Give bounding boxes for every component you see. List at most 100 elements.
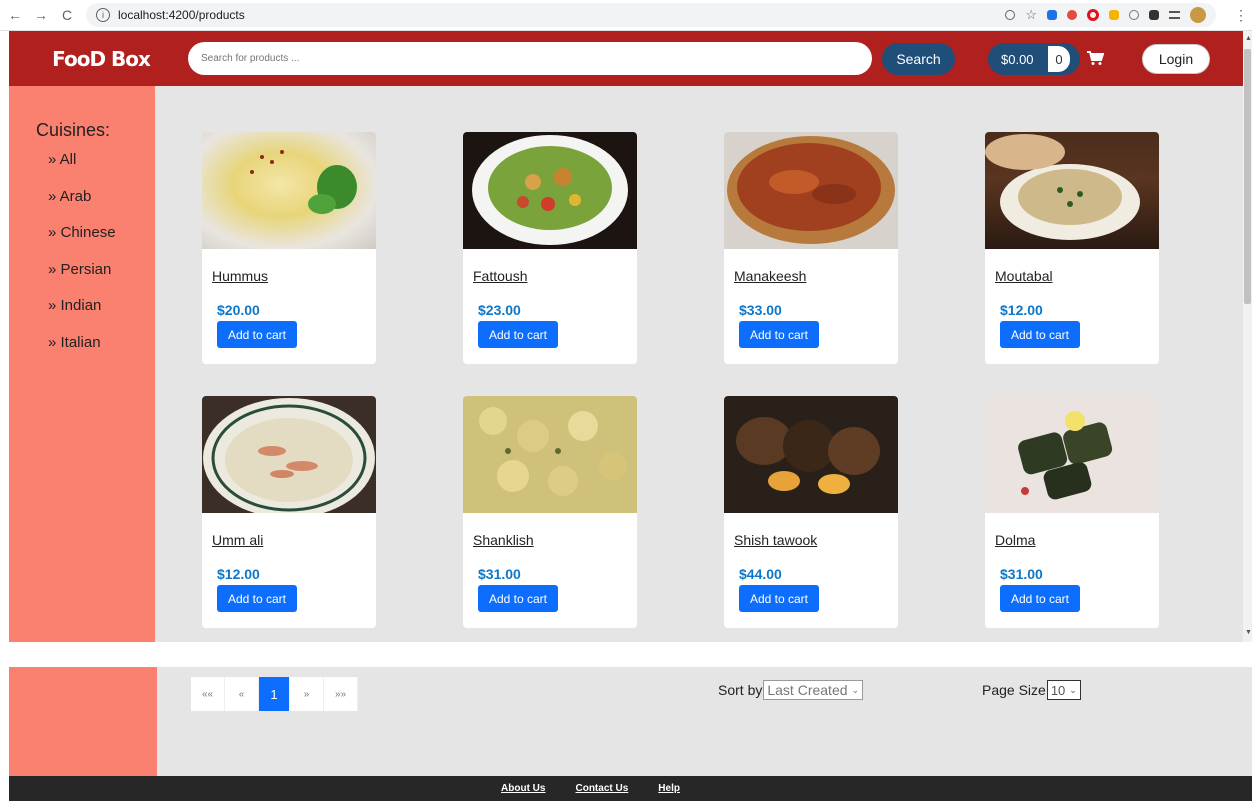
- forward-icon[interactable]: →: [34, 7, 48, 23]
- product-image[interactable]: [724, 132, 898, 249]
- product-price: $23.00: [478, 302, 521, 318]
- cuisine-sidebar: Cuisines: » All » Arab » Chinese » Persi…: [9, 86, 155, 642]
- product-price: $20.00: [217, 302, 260, 318]
- product-name[interactable]: Dolma: [995, 532, 1035, 548]
- sidebar-item-persian[interactable]: » Persian: [48, 261, 155, 298]
- sort-select[interactable]: Last Created ⌄: [763, 680, 864, 700]
- scroll-up-icon[interactable]: ▲: [1245, 35, 1252, 42]
- product-name[interactable]: Manakeesh: [734, 268, 806, 284]
- puzzle-icon[interactable]: [1149, 10, 1159, 20]
- sidebar-item-italian[interactable]: » Italian: [48, 334, 155, 371]
- logo-text: FooD Box: [52, 47, 151, 71]
- chevron-down-icon: ⌄: [1069, 684, 1077, 695]
- extension-icon-3[interactable]: [1109, 10, 1119, 20]
- footer-link-contact[interactable]: Contact Us: [575, 783, 628, 794]
- info-icon[interactable]: i: [96, 8, 110, 22]
- product-price: $31.00: [1000, 566, 1043, 582]
- browser-nav: ← → C: [0, 7, 74, 23]
- product-name[interactable]: Umm ali: [212, 532, 263, 548]
- sidebar-item-chinese[interactable]: » Chinese: [48, 224, 155, 261]
- star-icon[interactable]: ☆: [1025, 7, 1037, 23]
- extension-icon-4[interactable]: [1129, 10, 1139, 20]
- login-button[interactable]: Login: [1142, 44, 1210, 74]
- zoom-icon[interactable]: [1005, 10, 1016, 20]
- search-button[interactable]: Search: [882, 43, 955, 75]
- product-image[interactable]: [985, 396, 1159, 513]
- menu-icon[interactable]: ⋮: [1234, 7, 1248, 24]
- sidebar-title: Cuisines:: [36, 120, 111, 140]
- pagination: «« « 1 » »»: [191, 677, 358, 711]
- product-image[interactable]: [202, 132, 376, 249]
- avatar[interactable]: [1190, 7, 1206, 23]
- product-card: Fattoush $23.00 Add to cart: [463, 132, 637, 364]
- back-icon[interactable]: ←: [8, 7, 22, 23]
- sidebar-item-all[interactable]: » All: [48, 151, 155, 188]
- footer: About Us Contact Us Help: [9, 776, 1252, 801]
- sort-label: Sort by: [718, 682, 763, 698]
- product-name[interactable]: Hummus: [212, 268, 268, 284]
- product-image[interactable]: [202, 396, 376, 518]
- add-to-cart-button[interactable]: Add to cart: [739, 321, 819, 348]
- sort-control: Sort by Last Created ⌄: [718, 680, 864, 700]
- page-scrollbar[interactable]: ▲ ▼: [1243, 31, 1252, 642]
- footer-link-help[interactable]: Help: [658, 783, 680, 794]
- page-size-value: 10: [1050, 682, 1066, 698]
- cart-total: $0.00: [1001, 51, 1034, 67]
- page-button-current[interactable]: 1: [259, 677, 290, 711]
- product-image[interactable]: [724, 396, 898, 513]
- add-to-cart-button[interactable]: Add to cart: [478, 585, 558, 612]
- browser-toolbar: ← → C i localhost:4200/products ☆ ⋮: [0, 0, 1252, 31]
- product-image[interactable]: [985, 132, 1159, 249]
- product-card: Shish tawook $44.00 Add to cart: [724, 396, 898, 628]
- add-to-cart-button[interactable]: Add to cart: [1000, 585, 1080, 612]
- product-price: $12.00: [1000, 302, 1043, 318]
- cart-summary[interactable]: $0.00 0: [988, 43, 1080, 75]
- product-name[interactable]: Fattoush: [473, 268, 527, 284]
- product-card: Dolma $31.00 Add to cart: [985, 396, 1159, 628]
- product-price: $44.00: [739, 566, 782, 582]
- logo[interactable]: FooD Box: [36, 38, 166, 80]
- scroll-down-icon[interactable]: ▼: [1245, 629, 1252, 636]
- product-name[interactable]: Shish tawook: [734, 532, 817, 548]
- add-to-cart-button[interactable]: Add to cart: [217, 585, 297, 612]
- extension-icon-2[interactable]: [1067, 10, 1077, 20]
- chevron-down-icon: ⌄: [851, 684, 860, 695]
- footer-link-about[interactable]: About Us: [501, 783, 545, 794]
- product-image[interactable]: [463, 132, 637, 249]
- extension-icon-1[interactable]: [1047, 10, 1057, 20]
- product-grid: Hummus $20.00 Add to cart Fattoush $23.0…: [155, 86, 1243, 642]
- pager-sidebar-strip: [9, 667, 157, 776]
- scrollbar-thumb[interactable]: [1244, 49, 1251, 304]
- product-price: $33.00: [739, 302, 782, 318]
- product-card: Moutabal $12.00 Add to cart: [985, 132, 1159, 364]
- sidebar-item-arab[interactable]: » Arab: [48, 188, 155, 225]
- product-price: $31.00: [478, 566, 521, 582]
- product-card: Hummus $20.00 Add to cart: [202, 132, 376, 364]
- address-bar[interactable]: i localhost:4200/products ☆: [86, 3, 1216, 27]
- first-page-button[interactable]: ««: [191, 677, 225, 711]
- next-page-button[interactable]: »: [290, 677, 324, 711]
- page-size-label: Page Size: [982, 682, 1046, 698]
- product-name[interactable]: Shanklish: [473, 532, 534, 548]
- product-image[interactable]: [463, 396, 637, 513]
- product-name[interactable]: Moutabal: [995, 268, 1053, 284]
- add-to-cart-button[interactable]: Add to cart: [217, 321, 297, 348]
- add-to-cart-button[interactable]: Add to cart: [478, 321, 558, 348]
- sort-select-value: Last Created: [767, 682, 848, 698]
- reload-icon[interactable]: C: [60, 7, 74, 23]
- url-text: localhost:4200/products: [118, 8, 245, 22]
- add-to-cart-button[interactable]: Add to cart: [739, 585, 819, 612]
- sidebar-item-indian[interactable]: » Indian: [48, 297, 155, 334]
- cart-icon[interactable]: [1087, 51, 1105, 71]
- opera-icon[interactable]: [1087, 9, 1099, 21]
- search-input[interactable]: [188, 42, 872, 75]
- prev-page-button[interactable]: «: [225, 677, 259, 711]
- product-card: Shanklish $31.00 Add to cart: [463, 396, 637, 628]
- product-price: $12.00: [217, 566, 260, 582]
- playlist-icon[interactable]: [1169, 11, 1180, 19]
- cart-count: 0: [1048, 46, 1070, 72]
- cuisine-list: » All » Arab » Chinese » Persian » India…: [9, 141, 155, 370]
- last-page-button[interactable]: »»: [324, 677, 358, 711]
- add-to-cart-button[interactable]: Add to cart: [1000, 321, 1080, 348]
- page-size-select[interactable]: 10 ⌄: [1046, 680, 1081, 700]
